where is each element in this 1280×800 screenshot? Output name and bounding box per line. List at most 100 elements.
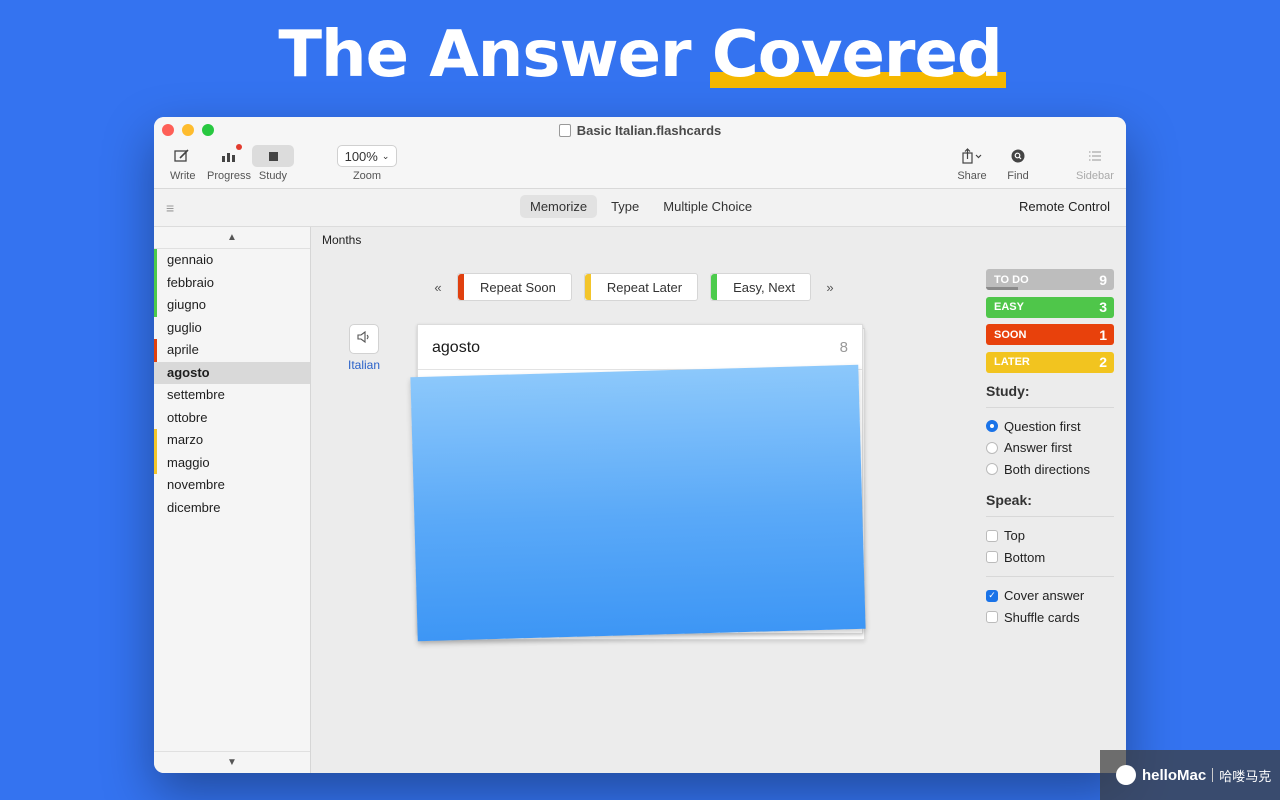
easy-next-color-bar	[711, 274, 718, 300]
sidebar-item-label: guglio	[167, 319, 202, 335]
extra-options: ✓ Cover answer Shuffle cards	[986, 585, 1114, 628]
sidebar-item-label: gennaio	[167, 252, 214, 267]
progress-button[interactable]: Progress	[204, 144, 254, 182]
sidebar-item-label: agosto	[167, 364, 210, 380]
stat-name: EASY	[994, 301, 1024, 313]
speak-option-top[interactable]: Top	[986, 525, 1114, 547]
tab-multiple-choice[interactable]: Multiple Choice	[653, 195, 762, 218]
document-icon	[558, 124, 571, 137]
study-button[interactable]: Study	[251, 145, 295, 182]
repeat-soon-button[interactable]: Repeat Soon	[457, 273, 572, 301]
titlebar: Basic Italian.flashcards Write Progress …	[154, 117, 1126, 189]
radio-button[interactable]	[986, 441, 998, 454]
section-title: Months	[322, 233, 362, 247]
tab-type[interactable]: Type	[601, 195, 649, 218]
sidebar-item-label: ottobre	[167, 409, 208, 425]
stat-later: LATER 2	[986, 351, 1114, 373]
sidebar-item-dicembre[interactable]: dicembre	[154, 497, 310, 520]
scroll-down-arrow-icon[interactable]: ▼	[154, 751, 310, 773]
checkbox-checked[interactable]: ✓	[986, 589, 998, 602]
stat-easy: EASY 3	[986, 296, 1114, 318]
speak-options: Top Bottom	[986, 525, 1114, 568]
stat-count: 1	[1099, 326, 1107, 343]
radio-button[interactable]	[986, 420, 998, 433]
study-option-question-first[interactable]: Question first	[986, 416, 1114, 438]
next-card-button[interactable]: »	[823, 280, 837, 295]
status-marker	[154, 294, 157, 317]
answer-cover[interactable]	[410, 364, 866, 642]
option-cover-answer[interactable]: ✓ Cover answer	[986, 585, 1114, 607]
repeat-later-button[interactable]: Repeat Later	[583, 273, 699, 301]
sidebar-item-settembre[interactable]: settembre	[154, 384, 310, 407]
write-button[interactable]: Write	[170, 145, 195, 182]
zoom-control[interactable]: 100% ⌄ Zoom	[336, 145, 398, 182]
share-button[interactable]: Share	[954, 145, 990, 182]
option-label: Bottom	[1004, 549, 1046, 565]
remote-control-button[interactable]: Remote Control	[1019, 199, 1110, 214]
stat-name: LATER	[994, 356, 1030, 368]
status-marker	[154, 451, 157, 474]
share-icon	[954, 145, 990, 167]
sidebar-item-gennaio[interactable]: gennaio	[154, 249, 310, 272]
stats-list: TO DO 9 EASY 3 SOON 1 LATER 2	[986, 269, 1114, 373]
speak-button[interactable]	[349, 324, 379, 354]
study-option-answer-first[interactable]: Answer first	[986, 437, 1114, 459]
sidebar-item-guglio[interactable]: guglio	[154, 317, 310, 340]
sidebar-item-label: maggio	[167, 454, 210, 470]
sidebar-item-ottobre[interactable]: ottobre	[154, 407, 310, 430]
sidebar-item-marzo[interactable]: marzo	[154, 429, 310, 452]
watermark-cn: 哈喽马克	[1219, 768, 1272, 784]
stat-name: TO DO	[994, 273, 1029, 286]
sidebar-toggle-button[interactable]: Sidebar	[1072, 145, 1118, 182]
study-area: Months « Repeat Soon Repeat Later Easy, …	[311, 227, 1126, 773]
status-marker	[154, 249, 157, 272]
stat-name: SOON	[994, 328, 1027, 341]
previous-card-button[interactable]: «	[431, 280, 445, 295]
stat-progress-fill	[986, 287, 1018, 290]
checkbox[interactable]	[986, 529, 998, 542]
card-question: agosto	[432, 339, 481, 356]
zoom-label: Zoom	[352, 170, 382, 182]
sidebar-item-maggio[interactable]: maggio	[154, 451, 310, 474]
list-icon	[1072, 145, 1118, 167]
sidebar-item-aprile[interactable]: aprile	[154, 339, 310, 362]
study-options: Question first Answer first Both direction…	[986, 416, 1114, 481]
radio-button[interactable]	[986, 463, 998, 476]
option-label: Shuffle cards	[1004, 609, 1080, 625]
chevron-down-icon: ⌄	[381, 150, 390, 161]
mode-bar: ≡ Memorize Type Multiple Choice Remote C…	[154, 189, 1126, 227]
search-icon	[1004, 145, 1032, 167]
checkbox[interactable]	[986, 551, 998, 564]
option-label: Top	[1004, 528, 1025, 544]
pencil-icon	[170, 145, 194, 167]
option-shuffle-cards[interactable]: Shuffle cards	[986, 607, 1114, 629]
scroll-up-arrow-icon[interactable]: ▲	[154, 227, 310, 249]
options-divider	[986, 576, 1114, 577]
mode-tabs: Memorize Type Multiple Choice	[520, 195, 762, 218]
zoom-select[interactable]: 100% ⌄	[337, 145, 397, 167]
study-heading: Study:	[986, 383, 1114, 408]
sidebar-item-label: dicembre	[167, 499, 221, 515]
stop-icon	[252, 145, 294, 167]
speaker-icon	[356, 330, 372, 349]
sidebar-item-agosto[interactable]: agosto	[154, 361, 310, 384]
option-label: Answer first	[1004, 440, 1072, 456]
repeat-later-color-bar	[584, 274, 591, 300]
status-marker	[154, 429, 157, 452]
checkbox[interactable]	[986, 611, 998, 624]
card-number: 8	[839, 339, 848, 356]
menu-icon[interactable]: ≡	[166, 200, 174, 216]
speak-option-bottom[interactable]: Bottom	[986, 547, 1114, 569]
easy-next-button[interactable]: Easy, Next	[710, 273, 811, 301]
study-option-both-directions[interactable]: Both directions	[986, 459, 1114, 481]
sidebar-item-giugno[interactable]: giugno	[154, 294, 310, 317]
tab-memorize[interactable]: Memorize	[520, 195, 598, 218]
stat-count: 2	[1099, 354, 1107, 370]
repeat-soon-color-bar	[458, 274, 464, 300]
sidebar-item-novembre[interactable]: novembre	[154, 474, 310, 497]
find-button[interactable]: Find	[1004, 145, 1032, 182]
headline-highlight: Covered	[709, 18, 1006, 92]
sidebar-item-febbraio[interactable]: febbraio	[154, 271, 310, 294]
watermark: helloMac 哈喽马克	[1100, 750, 1280, 800]
share-label: Share	[957, 170, 987, 182]
